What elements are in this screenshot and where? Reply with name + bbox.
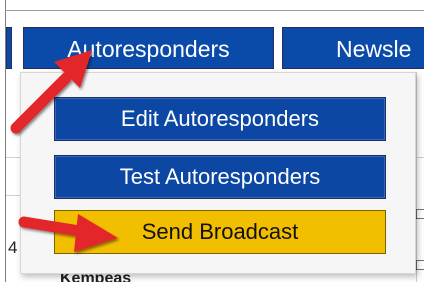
edit-autoresponders-menu-item[interactable]: Edit Autoresponders [54, 97, 386, 141]
background-text-fragment: □ [416, 257, 424, 274]
background-divider [6, 195, 20, 196]
background-text-fragment: □ [416, 206, 424, 223]
screenshot-stage: 4 Kempeas □ □ Autoresponders Newsle Edit… [0, 0, 424, 282]
background-divider [416, 157, 424, 158]
background-divider [6, 157, 20, 158]
tab-newsletters[interactable]: Newsle [282, 27, 424, 69]
test-autoresponders-menu-item[interactable]: Test Autoresponders [54, 155, 386, 199]
frame-border-top [5, 10, 424, 11]
send-broadcast-menu-item[interactable]: Send Broadcast [54, 210, 386, 254]
background-text-fragment: 4 [8, 238, 18, 257]
tab-autoresponders[interactable]: Autoresponders [23, 27, 274, 69]
nav-tab-partial[interactable] [6, 27, 12, 69]
background-divider [416, 72, 417, 282]
